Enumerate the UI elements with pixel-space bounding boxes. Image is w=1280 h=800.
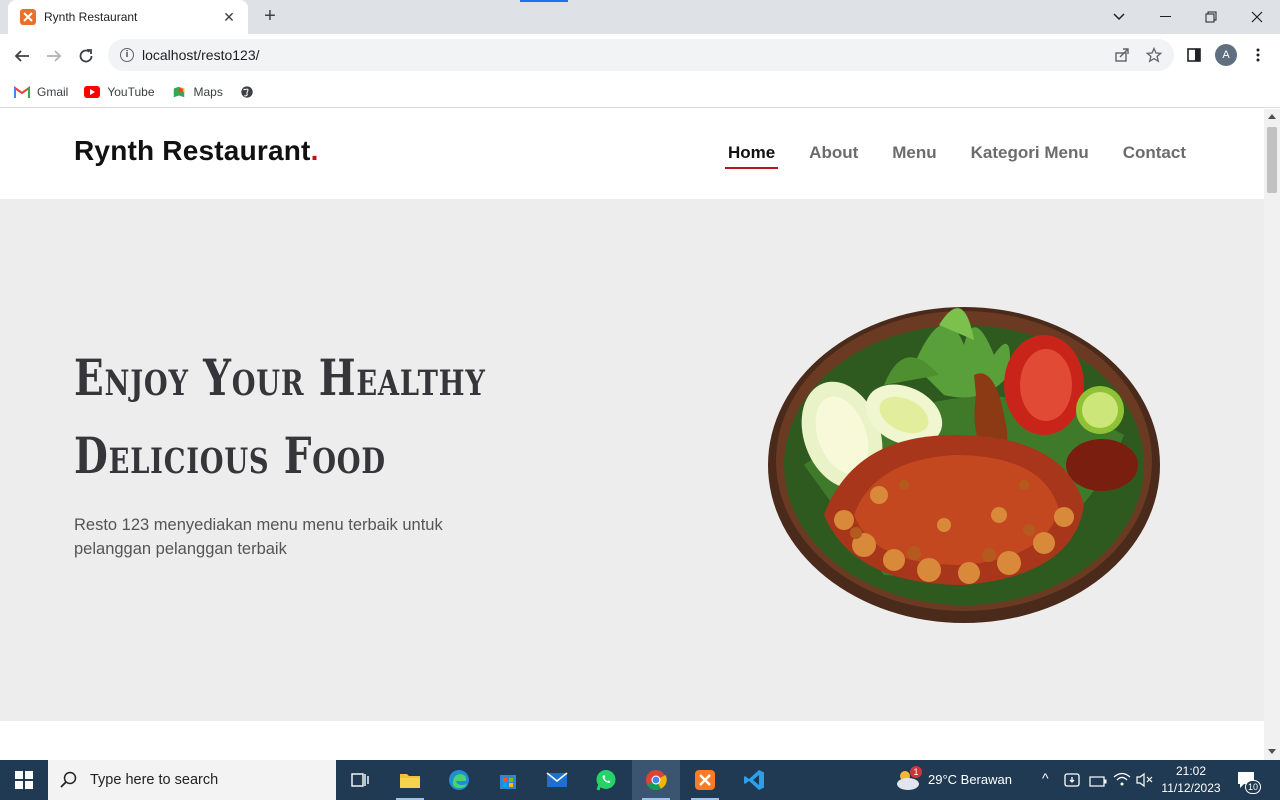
back-button[interactable] [8, 42, 36, 70]
bookmarks-bar: Gmail YouTube Maps [0, 76, 1280, 108]
vscode-icon [744, 770, 764, 790]
scroll-down-arrow-icon[interactable] [1268, 749, 1276, 754]
tray-device-icon[interactable] [1064, 772, 1080, 793]
notification-center-icon[interactable]: 10 [1236, 770, 1261, 795]
nav-link-home[interactable]: Home [724, 143, 779, 169]
tab-title: Rynth Restaurant [44, 10, 138, 24]
weather-icon[interactable]: 1 [894, 766, 922, 797]
vscode-button[interactable] [730, 760, 778, 800]
hero-title-line2: Delicious Food [74, 426, 386, 485]
start-button[interactable] [0, 760, 48, 800]
chrome-button[interactable] [632, 760, 680, 800]
bookmark-globe[interactable] [239, 85, 262, 99]
windows-logo-icon [15, 771, 33, 789]
nav-link-menu[interactable]: Menu [892, 143, 936, 169]
bookmark-maps[interactable]: Maps [171, 85, 223, 99]
mail-button[interactable] [533, 760, 581, 800]
xampp-icon [695, 770, 715, 790]
profile-avatar[interactable]: A [1212, 41, 1240, 69]
gmail-icon [14, 85, 30, 98]
task-view-button[interactable] [336, 760, 384, 800]
url-text: localhost/resto123/ [142, 47, 260, 63]
tab-search-chevron-icon[interactable] [1096, 0, 1142, 34]
notification-count-badge: 10 [1245, 780, 1261, 794]
folder-icon [400, 774, 420, 788]
browser-tab-strip: Rynth Restaurant ✕ + [0, 0, 1280, 34]
system-clock[interactable]: 21:02 11/12/2023 [1160, 763, 1222, 797]
volume-muted-icon[interactable] [1136, 772, 1154, 793]
forward-button[interactable] [40, 42, 68, 70]
share-icon[interactable] [1108, 41, 1136, 69]
bookmark-gmail[interactable]: Gmail [14, 85, 68, 99]
hero-section: Enjoy Your Healthy Delicious Food Resto … [0, 199, 1264, 721]
scroll-up-arrow-icon[interactable] [1268, 114, 1276, 119]
avatar: A [1215, 44, 1237, 66]
youtube-icon [84, 85, 101, 98]
maps-icon [173, 86, 184, 97]
web-page: Rynth Restaurant. Home About Menu Katego… [0, 109, 1264, 760]
mail-icon [546, 772, 568, 787]
address-bar[interactable]: i localhost/resto123/ [108, 39, 1174, 71]
close-window-button[interactable] [1234, 0, 1280, 34]
store-icon [500, 775, 516, 789]
battery-icon[interactable] [1089, 774, 1107, 792]
nav-link-kategori-menu[interactable]: Kategori Menu [971, 143, 1089, 169]
brand-dot: . [310, 135, 319, 166]
search-icon [60, 771, 77, 788]
edge-button[interactable] [435, 760, 483, 800]
nav-link-about[interactable]: About [809, 143, 858, 169]
search-placeholder: Type here to search [90, 772, 219, 788]
hero-title-line1: Enjoy Your Healthy [74, 348, 486, 407]
xampp-button[interactable] [681, 760, 729, 800]
weather-alert-badge: 1 [910, 766, 922, 778]
bookmark-label: Gmail [37, 84, 69, 99]
hero-title: Enjoy Your Healthy Delicious Food [74, 339, 511, 495]
nav-link-contact[interactable]: Contact [1123, 143, 1186, 169]
page-scrollbar[interactable] [1264, 109, 1280, 760]
bookmark-star-icon[interactable] [1140, 41, 1168, 69]
wifi-icon[interactable] [1113, 771, 1131, 792]
windows-taskbar: Type here to search 1 29°C Berawan ^ 21:… [0, 760, 1280, 800]
close-tab-icon[interactable]: ✕ [220, 9, 238, 26]
tab-loading-indicator [520, 0, 568, 2]
whatsapp-icon [596, 770, 616, 791]
bookmark-youtube[interactable]: YouTube [84, 84, 155, 99]
hero-food-image [768, 307, 1160, 623]
xampp-favicon-icon [20, 9, 36, 25]
weather-text[interactable]: 29°C Berawan [928, 772, 1012, 787]
taskbar-search-box[interactable]: Type here to search [48, 760, 336, 800]
browser-tab[interactable]: Rynth Restaurant ✕ [8, 0, 248, 34]
microsoft-store-button[interactable] [484, 760, 532, 800]
browser-toolbar: i localhost/resto123/ A [0, 34, 1280, 76]
new-tab-button[interactable]: + [258, 5, 282, 29]
brand-name: Rynth Restaurant [74, 135, 311, 166]
bookmark-label: Maps [193, 84, 223, 99]
side-panel-icon[interactable] [1180, 41, 1208, 69]
scroll-thumb[interactable] [1267, 127, 1277, 193]
clock-date: 11/12/2023 [1161, 781, 1221, 795]
site-navigation: Home About Menu Kategori Menu Contact [694, 143, 1186, 169]
bookmark-label: YouTube [107, 84, 155, 99]
restore-button[interactable] [1188, 0, 1234, 34]
task-view-icon [351, 773, 369, 787]
hero-subtitle: Resto 123 menyediakan menu menu terbaik … [74, 516, 443, 558]
site-brand[interactable]: Rynth Restaurant. [74, 135, 319, 167]
site-info-icon[interactable]: i [120, 48, 134, 62]
file-explorer-button[interactable] [386, 760, 434, 800]
chrome-icon [646, 770, 667, 791]
edge-icon [449, 770, 469, 790]
whatsapp-button[interactable] [582, 760, 630, 800]
site-header: Rynth Restaurant. Home About Menu Katego… [0, 109, 1264, 199]
minimize-button[interactable] [1142, 0, 1188, 34]
globe-icon [241, 85, 253, 98]
tray-chevron-up-icon[interactable]: ^ [1042, 770, 1049, 786]
reload-button[interactable] [72, 42, 100, 70]
kebab-menu-icon[interactable] [1244, 41, 1272, 69]
clock-time: 21:02 [1175, 764, 1207, 778]
